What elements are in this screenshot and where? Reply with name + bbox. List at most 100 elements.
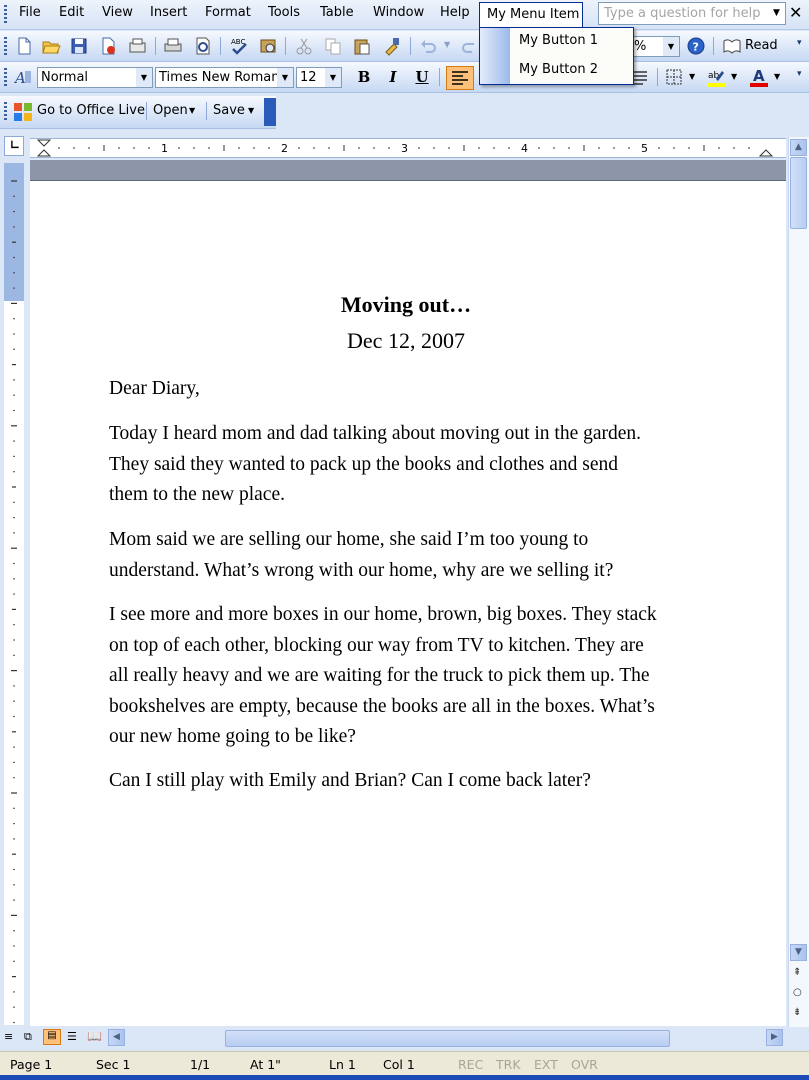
menu-window[interactable]: Window <box>373 5 424 20</box>
menu-edit[interactable]: Edit <box>59 5 84 20</box>
vertical-ruler[interactable] <box>4 163 24 1025</box>
tab-selector[interactable]: ∟ <box>4 136 24 156</box>
menu-my-menu-item[interactable]: My Menu Item <box>479 2 583 28</box>
styles-formatting-icon[interactable]: A <box>13 67 33 87</box>
underline-button[interactable]: U <box>412 67 432 87</box>
my-button-2[interactable]: My Button 2 <box>519 62 598 77</box>
redo-icon[interactable] <box>460 36 480 56</box>
menu-format[interactable]: Format <box>205 5 251 20</box>
open-folder-icon[interactable] <box>41 36 61 56</box>
office-live-toolbar: Go to Office Live Open ▼ Save ▼ <box>0 96 276 129</box>
go-to-office-live-button[interactable]: Go to Office Live <box>37 103 145 118</box>
previous-page-icon[interactable]: ⇞ <box>793 967 801 978</box>
menu-file[interactable]: File <box>19 5 41 20</box>
toolbar-grip[interactable] <box>4 5 7 23</box>
menu-tools[interactable]: Tools <box>268 5 300 20</box>
close-document-button[interactable]: ✕ <box>789 3 802 22</box>
align-left-button[interactable] <box>446 66 474 90</box>
paragraph: Can I still play with Emily and Brian? C… <box>109 766 709 797</box>
toolbar-options-icon[interactable]: ▾ <box>797 69 802 79</box>
help-icon[interactable]: ? <box>686 36 706 56</box>
scroll-left-icon[interactable]: ◀ <box>108 1029 125 1046</box>
my-menu-dropdown: My Button 1 My Button 2 <box>479 27 634 85</box>
menu-help[interactable]: Help <box>440 5 470 20</box>
font-size-select[interactable]: 12 ▼ <box>296 67 342 88</box>
vertical-scroll-thumb[interactable] <box>790 157 807 229</box>
horizontal-ruler[interactable]: 1 2 3 4 5 <box>30 138 786 158</box>
read-book-icon <box>723 39 741 54</box>
toolbar-grip[interactable] <box>4 37 7 55</box>
zoom-select[interactable]: % ▼ <box>630 36 680 57</box>
highlight-icon[interactable]: ab <box>706 67 726 87</box>
my-button-1[interactable]: My Button 1 <box>519 33 598 48</box>
toolbar-grip[interactable] <box>4 68 7 86</box>
toolbar-options-icon[interactable] <box>264 98 276 126</box>
email-icon[interactable] <box>128 36 148 56</box>
menu-view[interactable]: View <box>102 5 133 20</box>
chevron-down-icon[interactable]: ▼ <box>768 3 785 24</box>
open-button[interactable]: Open <box>153 103 188 118</box>
format-painter-icon[interactable] <box>382 36 402 56</box>
horizontal-scroll-thumb[interactable] <box>225 1030 670 1047</box>
paragraph: I see more and more boxes in our home, b… <box>109 600 709 753</box>
font-select[interactable]: Times New Roman ▼ <box>155 67 294 88</box>
undo-icon[interactable] <box>418 36 438 56</box>
save-icon[interactable] <box>69 36 89 56</box>
paste-icon[interactable] <box>352 36 372 56</box>
new-document-icon[interactable] <box>14 36 34 56</box>
reading-layout-view-icon[interactable]: 📖 <box>87 1029 102 1043</box>
next-page-icon[interactable]: ⇟ <box>793 1007 801 1018</box>
chevron-down-icon[interactable]: ▼ <box>248 106 254 115</box>
select-browse-object-icon[interactable]: ○ <box>793 987 802 998</box>
web-layout-view-icon[interactable]: ⧉ <box>24 1030 32 1044</box>
spelling-icon[interactable]: ABC <box>229 36 249 56</box>
zoom-value: % <box>634 39 647 54</box>
print-preview-icon[interactable] <box>193 36 213 56</box>
font-color-icon[interactable]: A <box>749 67 769 87</box>
text-line: Today I heard mom and dad talking about … <box>109 423 642 444</box>
chevron-down-icon[interactable]: ▼ <box>444 40 450 49</box>
text-line: all really heavy and we are waiting for … <box>109 665 650 686</box>
permission-icon[interactable] <box>98 36 118 56</box>
chevron-down-icon[interactable]: ▼ <box>731 72 737 81</box>
research-icon[interactable] <box>258 36 278 56</box>
text-line: understand. What’s wrong with our home, … <box>109 559 614 581</box>
toolbar-grip[interactable] <box>4 102 7 120</box>
status-rec[interactable]: REC <box>458 1057 483 1072</box>
ruler-number: 2 <box>281 142 288 155</box>
chevron-down-icon[interactable]: ▼ <box>774 72 780 81</box>
toolbar-options-icon[interactable]: ▾ <box>797 38 802 48</box>
text-line: Can I still play with Emily and Brian? C… <box>109 770 591 791</box>
chevron-down-icon[interactable]: ▼ <box>189 106 195 115</box>
formatting-toolbar: A Normal ▼ Times New Roman ▼ 12 ▼ B I U … <box>0 62 809 93</box>
status-at: At 1" <box>250 1057 281 1072</box>
status-trk[interactable]: TRK <box>496 1057 521 1072</box>
style-select[interactable]: Normal ▼ <box>37 67 153 88</box>
help-search-input[interactable]: Type a question for help ▼ <box>598 2 786 25</box>
borders-icon[interactable] <box>664 67 684 87</box>
menu-insert[interactable]: Insert <box>150 5 187 20</box>
print-icon[interactable] <box>163 36 183 56</box>
copy-icon[interactable] <box>323 36 343 56</box>
menu-table[interactable]: Table <box>320 5 354 20</box>
normal-view-icon[interactable]: ≡ <box>4 1030 13 1043</box>
cut-icon[interactable] <box>294 36 314 56</box>
print-layout-view-icon[interactable]: ▤ <box>43 1029 61 1045</box>
status-ovr[interactable]: OVR <box>571 1057 598 1072</box>
outline-view-icon[interactable]: ☰ <box>67 1030 77 1043</box>
vertical-scrollbar[interactable]: ▲ ▼ ⇞ ○ ⇟ <box>788 137 809 1027</box>
read-button[interactable]: Read <box>745 38 778 53</box>
indent-marker[interactable] <box>36 139 52 157</box>
scroll-right-icon[interactable]: ▶ <box>766 1029 783 1046</box>
ruler-number: 5 <box>641 142 648 155</box>
scroll-up-icon[interactable]: ▲ <box>790 139 807 156</box>
text-line: our new home going to be like? <box>109 726 356 747</box>
right-indent-marker[interactable] <box>758 149 774 157</box>
italic-button[interactable]: I <box>383 67 403 87</box>
chevron-down-icon[interactable]: ▼ <box>689 72 695 81</box>
ruler-number: 3 <box>401 142 408 155</box>
scroll-down-icon[interactable]: ▼ <box>790 944 807 961</box>
save-button[interactable]: Save <box>213 103 245 118</box>
status-ext[interactable]: EXT <box>534 1057 558 1072</box>
bold-button[interactable]: B <box>354 67 374 87</box>
